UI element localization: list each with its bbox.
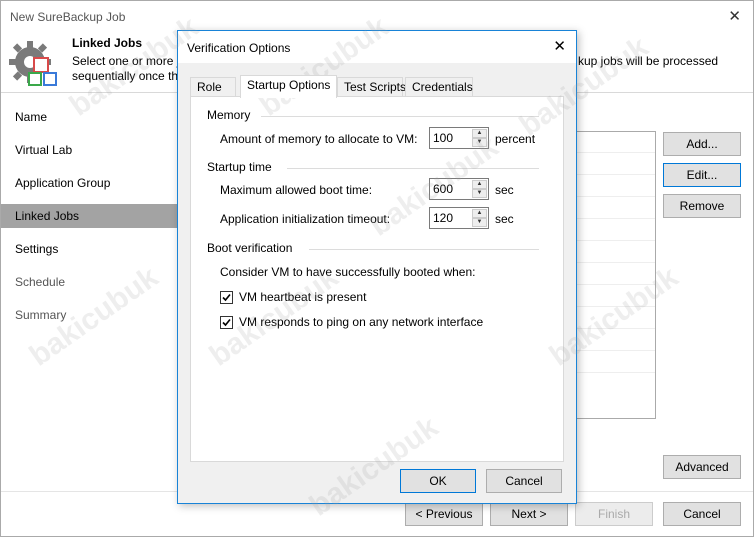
checkmark-icon: [222, 318, 231, 327]
finish-button: Finish: [575, 502, 653, 526]
app-init-timeout-stepper[interactable]: 120 ▲ ▼: [429, 207, 489, 229]
next-button[interactable]: Next >: [490, 502, 568, 526]
list-row-divider: [576, 328, 655, 329]
spin-up-icon[interactable]: ▲: [472, 129, 487, 138]
tab-test-scripts[interactable]: Test Scripts: [337, 77, 406, 97]
heartbeat-checkbox-row[interactable]: VM heartbeat is present: [220, 290, 420, 306]
nav-step-summary: Summary: [15, 308, 67, 322]
checkmark-icon: [222, 293, 231, 302]
nav-step-linked-jobs[interactable]: Linked Jobs: [1, 204, 178, 228]
list-row-divider: [576, 306, 655, 307]
wizard-header-title: Linked Jobs: [72, 36, 143, 50]
memory-unit-label: percent: [495, 132, 536, 146]
boot-group-divider: [309, 249, 539, 250]
nav-step-schedule: Schedule: [15, 275, 66, 289]
startup-options-panel: Memory Amount of memory to allocate to V…: [190, 96, 564, 462]
remove-button[interactable]: Remove: [663, 194, 741, 218]
boot-time-value: 600: [433, 182, 454, 196]
heartbeat-checkbox[interactable]: [220, 291, 233, 304]
startup-time-group-label: Startup time: [207, 160, 272, 174]
nav-step-name[interactable]: Name: [1, 105, 178, 129]
heartbeat-checkbox-label: VM heartbeat is present: [239, 290, 367, 304]
memory-group-divider: [261, 116, 539, 117]
spin-up-icon[interactable]: ▲: [472, 180, 487, 189]
app-init-timeout-value: 120: [433, 211, 454, 225]
tab-credentials[interactable]: Credentials: [405, 77, 473, 97]
verification-options-dialog: Verification Options ✕ Role Startup Opti…: [177, 30, 577, 504]
list-row-divider: [576, 372, 655, 373]
memory-group-label: Memory: [207, 108, 251, 122]
ok-button[interactable]: OK: [400, 469, 476, 493]
wizard-cancel-button[interactable]: Cancel: [663, 502, 741, 526]
dialog-titlebar: Verification Options ✕: [178, 31, 576, 63]
dialog-close-icon[interactable]: ✕: [553, 37, 566, 55]
ping-checkbox-label: VM responds to ping on any network inter…: [239, 315, 484, 329]
wizard-step-nav: Name Virtual Lab Application Group Linke…: [1, 93, 178, 493]
tab-startup-options[interactable]: Startup Options: [240, 75, 337, 98]
list-row-divider: [576, 262, 655, 263]
boot-time-unit: sec: [495, 183, 514, 197]
nav-step-application-group[interactable]: Application Group: [1, 171, 178, 195]
list-row-divider: [576, 284, 655, 285]
tab-role[interactable]: Role: [190, 77, 236, 97]
spin-up-icon[interactable]: ▲: [472, 209, 487, 218]
spin-down-icon[interactable]: ▼: [472, 138, 487, 147]
add-button[interactable]: Add...: [663, 132, 741, 156]
app-init-timeout-unit: sec: [495, 212, 514, 226]
nav-step-settings[interactable]: Settings: [1, 237, 178, 261]
ping-checkbox[interactable]: [220, 316, 233, 329]
list-row-divider: [576, 152, 655, 153]
app-init-timeout-label: Application initialization timeout:: [220, 212, 391, 226]
spin-down-icon[interactable]: ▼: [472, 218, 487, 227]
nav-step-virtual-lab[interactable]: Virtual Lab: [1, 138, 178, 162]
boot-time-label: Maximum allowed boot time:: [220, 183, 373, 197]
ping-checkbox-row[interactable]: VM responds to ping on any network inter…: [220, 315, 520, 331]
spin-down-icon[interactable]: ▼: [472, 189, 487, 198]
wizard-header-description-right: kup jobs will be processed: [578, 54, 719, 68]
wizard-titlebar: New SureBackup Job ✕: [1, 1, 753, 31]
wizard-title: New SureBackup Job: [10, 10, 126, 24]
list-row-divider: [576, 218, 655, 219]
wizard-close-icon[interactable]: ✕: [728, 7, 741, 25]
boot-verification-intro: Consider VM to have successfully booted …: [220, 265, 476, 279]
list-row-divider: [576, 350, 655, 351]
memory-amount-value: 100: [433, 131, 454, 145]
boot-time-stepper[interactable]: 600 ▲ ▼: [429, 178, 489, 200]
dialog-title: Verification Options: [187, 41, 291, 55]
dialog-cancel-button[interactable]: Cancel: [486, 469, 562, 493]
boot-verification-group-label: Boot verification: [207, 241, 293, 255]
list-row-divider: [576, 174, 655, 175]
startup-group-divider: [287, 168, 539, 169]
wizard-header-description: Select one or more j sequentially once t…: [72, 54, 178, 83]
edit-button[interactable]: Edit...: [663, 163, 741, 187]
previous-button[interactable]: < Previous: [405, 502, 483, 526]
gear-icon: [9, 41, 57, 86]
list-row-divider: [576, 240, 655, 241]
memory-amount-label: Amount of memory to allocate to VM:: [220, 132, 418, 146]
list-row-divider: [576, 196, 655, 197]
advanced-button[interactable]: Advanced: [663, 455, 741, 479]
memory-amount-stepper[interactable]: 100 ▲ ▼: [429, 127, 489, 149]
linked-jobs-list[interactable]: [575, 131, 656, 419]
